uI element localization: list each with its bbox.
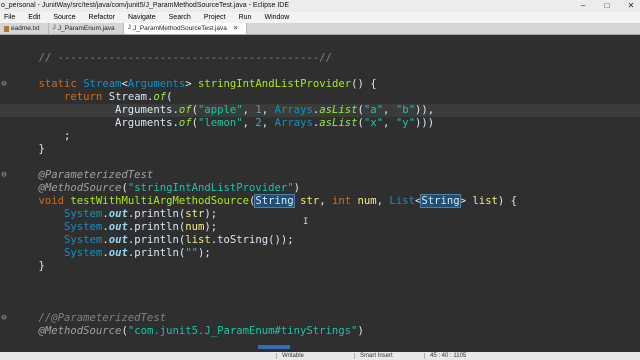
minimize-icon[interactable]: – xyxy=(578,0,588,12)
code-line: } xyxy=(13,260,45,272)
code-line: System.out.println(num); xyxy=(64,221,218,233)
status-writable: Writable xyxy=(282,353,304,359)
code-line: System.out.println(str); xyxy=(64,208,218,220)
close-icon[interactable]: ✕ xyxy=(626,0,636,12)
code-line: ⊖ static Stream<Arguments> stringIntAndL… xyxy=(0,78,640,91)
menu-search[interactable]: Search xyxy=(169,12,191,23)
maximize-icon[interactable]: □ xyxy=(602,0,612,12)
code-line-current: Arguments.of("apple", 1, Arrays.asList("… xyxy=(0,104,640,117)
tab-param-method-source-test[interactable]: J J_ParamMethodSourceTest.java ✕ xyxy=(123,23,248,34)
menu-bar: File Edit Source Refactor Navigate Searc… xyxy=(0,12,640,23)
tab-readme[interactable]: eadme.txt xyxy=(0,23,49,34)
fold-icon[interactable]: ⊖ xyxy=(0,169,8,182)
divider xyxy=(276,353,277,359)
window-controls: – □ ✕ xyxy=(578,0,636,12)
code-line: ⊖ //@ParameterizedTest xyxy=(0,312,167,325)
fold-icon[interactable] xyxy=(0,52,8,65)
fold-icon[interactable]: ⊖ xyxy=(0,78,8,91)
text-file-icon xyxy=(4,25,9,32)
menu-source[interactable]: Source xyxy=(53,12,75,23)
status-insert-mode: Smart Insert xyxy=(360,353,393,359)
code-line: System.out.println(""); xyxy=(64,247,211,259)
menu-file[interactable]: File xyxy=(4,12,15,23)
window-title: o_personal - JunitWay/src/test/java/com/… xyxy=(1,2,290,9)
menu-window[interactable]: Window xyxy=(264,12,289,23)
code-editor[interactable]: // -------------------------------------… xyxy=(0,36,640,352)
window-title-bar: o_personal - JunitWay/src/test/java/com/… xyxy=(0,0,640,12)
divider xyxy=(354,353,355,359)
status-bar: Writable Smart Insert 45 : 40 : 1105 xyxy=(0,352,640,360)
java-file-icon: J xyxy=(52,25,56,31)
scroll-indicator[interactable] xyxy=(258,345,290,349)
code-line: return Stream.of( xyxy=(64,91,173,103)
code-line: @MethodSource("com.junit5.J_ParamEnum#ti… xyxy=(38,325,364,337)
status-cursor-position: 45 : 40 : 1105 xyxy=(430,353,467,359)
tab-label: J_ParamMethodSourceTest.java xyxy=(132,25,227,32)
code-line: ; xyxy=(13,130,71,142)
menu-project[interactable]: Project xyxy=(204,12,226,23)
menu-navigate[interactable]: Navigate xyxy=(128,12,156,23)
tab-label: J_ParamEnum.java xyxy=(57,25,115,32)
tab-label: eadme.txt xyxy=(11,25,40,32)
menu-edit[interactable]: Edit xyxy=(28,12,40,23)
method-declaration: static Stream<Arguments> stringIntAndLis… xyxy=(38,78,377,90)
fold-icon[interactable]: ⊖ xyxy=(0,312,8,325)
code-line: Arguments.of("lemon", 2, Arrays.asList("… xyxy=(13,117,435,129)
text-cursor-icon: I xyxy=(303,217,309,227)
tab-close-icon[interactable]: ✕ xyxy=(233,23,238,34)
code-line: System.out.println(list.toString()); xyxy=(64,234,294,246)
code-line: } xyxy=(13,143,45,155)
code-line: ⊖ @ParameterizedTest xyxy=(0,169,154,182)
java-file-icon: J xyxy=(127,25,131,31)
editor-tab-bar: eadme.txt J J_ParamEnum.java J J_ParamMe… xyxy=(0,23,640,35)
menu-run[interactable]: Run xyxy=(239,12,252,23)
menu-refactor[interactable]: Refactor xyxy=(89,12,115,23)
code-line: // -------------------------------------… xyxy=(0,52,640,65)
code-line: void testWithMultiArgMethodSource(String… xyxy=(38,194,518,208)
code-line: @MethodSource("stringIntAndListProvider"… xyxy=(38,182,301,194)
tab-param-enum[interactable]: J J_ParamEnum.java xyxy=(49,23,124,34)
divider xyxy=(424,353,425,359)
